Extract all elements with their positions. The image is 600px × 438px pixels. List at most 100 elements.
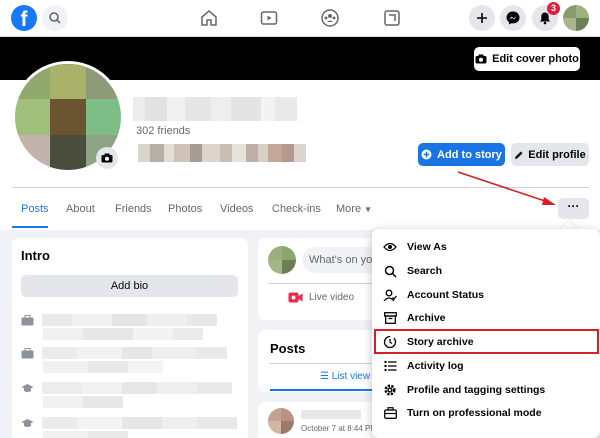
gear-icon [384, 384, 396, 396]
menu-item-search[interactable]: Search [376, 260, 596, 282]
intro-detail-row-continued [43, 395, 123, 409]
menu-item-archive[interactable]: Archive [376, 307, 596, 329]
add-bio-button[interactable]: Add bio [21, 275, 238, 297]
edit-profile-button[interactable]: Edit profile [511, 143, 589, 166]
account-status-icon [383, 289, 397, 301]
camera-icon [475, 54, 487, 64]
avatar[interactable] [268, 246, 296, 274]
graduation-cap-icon [21, 418, 34, 427]
friend-avatars-redacted [138, 144, 306, 162]
edit-cover-label: Edit cover photo [492, 53, 579, 65]
messenger-button[interactable] [500, 5, 526, 31]
redacted-text [43, 361, 163, 373]
story-archive-highlight-box [374, 329, 599, 354]
profile-tabs: Posts About Friends Photos Videos Check-… [0, 190, 560, 228]
post-composer: What's on yo Live video [258, 238, 388, 320]
menu-item-profile-tagging-settings[interactable]: Profile and tagging settings [376, 379, 596, 401]
more-options-button[interactable]: ··· [558, 198, 589, 219]
briefcase-icon [21, 314, 34, 325]
redacted-text [42, 417, 237, 429]
menu-item-account-status[interactable]: Account Status [376, 284, 596, 306]
create-button[interactable] [469, 5, 495, 31]
intro-detail-row [21, 381, 232, 395]
menu-item-label: Profile and tagging settings [407, 384, 546, 396]
menu-item-activity-log[interactable]: Activity log [376, 355, 596, 377]
menu-item-label: Archive [407, 312, 446, 324]
plus-circle-icon [421, 149, 432, 160]
live-video-icon [288, 292, 303, 303]
tab-more[interactable]: More ▼ [336, 190, 372, 228]
activity-log-icon [383, 360, 396, 372]
update-profile-picture-button[interactable] [96, 147, 118, 169]
friends-count[interactable]: 302 friends [136, 125, 190, 137]
eye-icon [383, 242, 397, 252]
intro-detail-row [21, 346, 227, 360]
live-video-button[interactable]: Live video [288, 292, 354, 303]
menu-item-professional-mode[interactable]: Turn on professional mode [376, 402, 596, 424]
gaming-icon[interactable] [382, 8, 402, 28]
briefcase-icon [21, 347, 34, 358]
tab-more-label: More [336, 203, 362, 215]
list-view-label: List view [331, 371, 371, 382]
camera-icon [101, 153, 113, 163]
intro-title: Intro [21, 248, 50, 263]
menu-item-label: Account Status [407, 289, 485, 301]
caret-down-icon: ▼ [364, 205, 373, 214]
active-tab-indicator [12, 226, 48, 228]
edit-cover-photo-button[interactable]: Edit cover photo [474, 47, 580, 71]
post-author-redacted [301, 410, 361, 419]
menu-item-label: Activity log [407, 360, 464, 372]
redacted-text [42, 382, 232, 394]
menu-item-view-as[interactable]: View As [376, 236, 596, 258]
intro-detail-row-continued [43, 360, 163, 374]
facebook-logo[interactable]: f [11, 5, 37, 31]
posts-divider [270, 363, 388, 364]
live-video-label: Live video [309, 292, 355, 303]
list-view-indicator [270, 389, 388, 391]
profile-name-redacted [133, 97, 297, 121]
add-to-story-label: Add to story [437, 148, 502, 161]
search-icon [49, 12, 61, 24]
graduation-cap-icon [21, 383, 34, 392]
menu-item-label: Turn on professional mode [407, 407, 542, 419]
posts-title: Posts [270, 341, 306, 356]
top-navigation-bar: f 3 [0, 0, 600, 37]
intro-detail-row-continued [43, 430, 128, 438]
notification-badge: 3 [547, 2, 560, 15]
home-icon[interactable] [199, 8, 219, 28]
edit-profile-label: Edit profile [528, 148, 586, 161]
groups-icon[interactable] [320, 8, 340, 28]
professional-mode-icon [383, 407, 397, 419]
intro-detail-row-continued [43, 327, 203, 341]
profile-divider [12, 187, 589, 188]
tab-posts[interactable]: Posts [21, 190, 49, 228]
redacted-text [42, 347, 227, 359]
tab-photos[interactable]: Photos [168, 190, 202, 228]
tab-videos[interactable]: Videos [220, 190, 253, 228]
tab-friends[interactable]: Friends [115, 190, 152, 228]
plus-icon [477, 13, 487, 23]
redacted-text [42, 314, 217, 326]
search-icon [384, 265, 397, 278]
tab-check-ins[interactable]: Check-ins [272, 190, 321, 228]
redacted-text [43, 328, 203, 340]
intro-detail-row [21, 313, 217, 327]
composer-divider [268, 283, 388, 284]
menu-item-label: Search [407, 265, 443, 277]
post-timestamp[interactable]: October 7 at 8:44 PM · [301, 424, 382, 433]
account-avatar[interactable] [563, 5, 589, 31]
intro-detail-row [21, 416, 237, 430]
tab-about[interactable]: About [66, 190, 95, 228]
avatar[interactable] [268, 408, 294, 434]
add-to-story-button[interactable]: Add to story [418, 143, 505, 166]
menu-item-label: View As [407, 241, 447, 253]
video-icon[interactable] [259, 8, 279, 28]
intro-card: Intro Add bio [12, 238, 248, 438]
messenger-icon [506, 11, 520, 25]
redacted-text [43, 431, 128, 438]
list-view-tab[interactable]: ☰ List view [320, 371, 370, 382]
posts-card: Posts ☰ List view [258, 330, 388, 392]
pencil-icon [515, 151, 523, 159]
list-icon: ☰ [320, 371, 329, 382]
search-button[interactable] [42, 5, 68, 31]
